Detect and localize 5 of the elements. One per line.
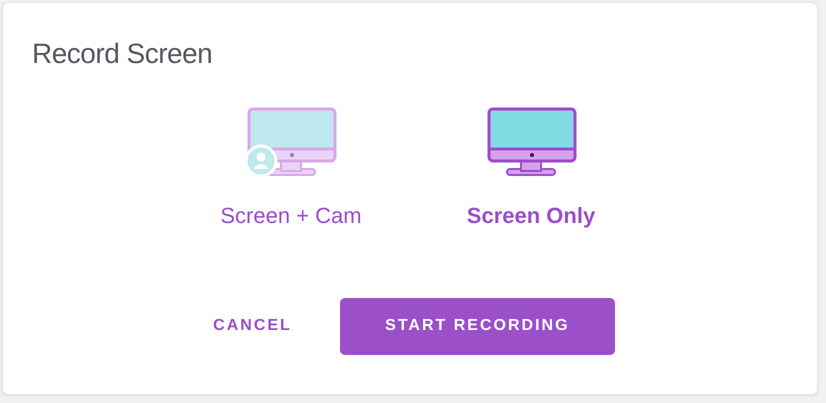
recording-option[interactable]: Screen + Cam — [206, 106, 376, 232]
cancel-button[interactable]: CANCEL — [211, 306, 294, 346]
start-button[interactable]: START RECORDING — [340, 298, 615, 355]
recording-option[interactable]: Screen Only — [446, 106, 616, 232]
dialog-title: Record Screen — [31, 37, 214, 71]
